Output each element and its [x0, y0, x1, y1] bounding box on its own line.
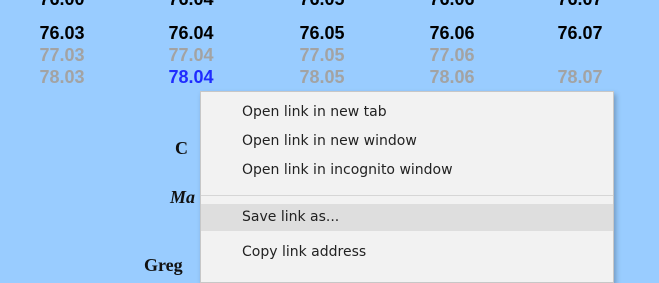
- menu-item-copy-link-address[interactable]: Copy link address: [201, 239, 613, 266]
- table-cell: 76.07: [557, 23, 603, 43]
- menu-item-save-link-as[interactable]: Save link as...: [201, 204, 613, 231]
- table-cell: 76.03: [39, 23, 85, 43]
- table-cell: 76.04: [151, 0, 231, 10]
- table-cell: 76.07: [540, 0, 620, 10]
- menu-item-open-incognito[interactable]: Open link in incognito window: [201, 157, 613, 184]
- table-link-cell[interactable]: 78.04: [151, 66, 231, 88]
- table-cell: 78.07: [557, 67, 603, 87]
- table-cell: 77.06: [429, 45, 475, 65]
- table-cell: 77.03: [39, 45, 85, 65]
- page-text-fragment: Ma: [170, 187, 196, 207]
- table-row: 77.03 77.04 77.05 77.06: [0, 44, 659, 66]
- table-cell: 76.05: [299, 23, 345, 43]
- table-cell: 77.05: [299, 45, 345, 65]
- table-cell: 76.04: [168, 23, 214, 43]
- table-row: 78.03 78.04 78.05 78.06 78.07: [0, 66, 659, 88]
- table-cell: 76.00: [22, 0, 102, 10]
- page-text-fragment: C: [175, 138, 188, 158]
- menu-separator: [201, 195, 613, 196]
- table-row: 76.03 76.04 76.05 76.06 76.07: [0, 22, 659, 44]
- menu-item-open-new-tab[interactable]: Open link in new tab: [201, 99, 613, 126]
- table-cell: 78.06: [429, 67, 475, 87]
- table-cell: 76.05: [282, 0, 362, 10]
- table-cell: 76.06: [412, 0, 492, 10]
- table-cell: 78.05: [299, 67, 345, 87]
- table-cell: 76.06: [429, 23, 475, 43]
- table-cell: 77.04: [168, 45, 214, 65]
- menu-item-open-new-window[interactable]: Open link in new window: [201, 128, 613, 155]
- table-cell: 78.03: [39, 67, 85, 87]
- context-menu: Open link in new tab Open link in new wi…: [200, 91, 614, 283]
- table-row: 76.00 76.04 76.05 76.06 76.07: [0, 0, 659, 10]
